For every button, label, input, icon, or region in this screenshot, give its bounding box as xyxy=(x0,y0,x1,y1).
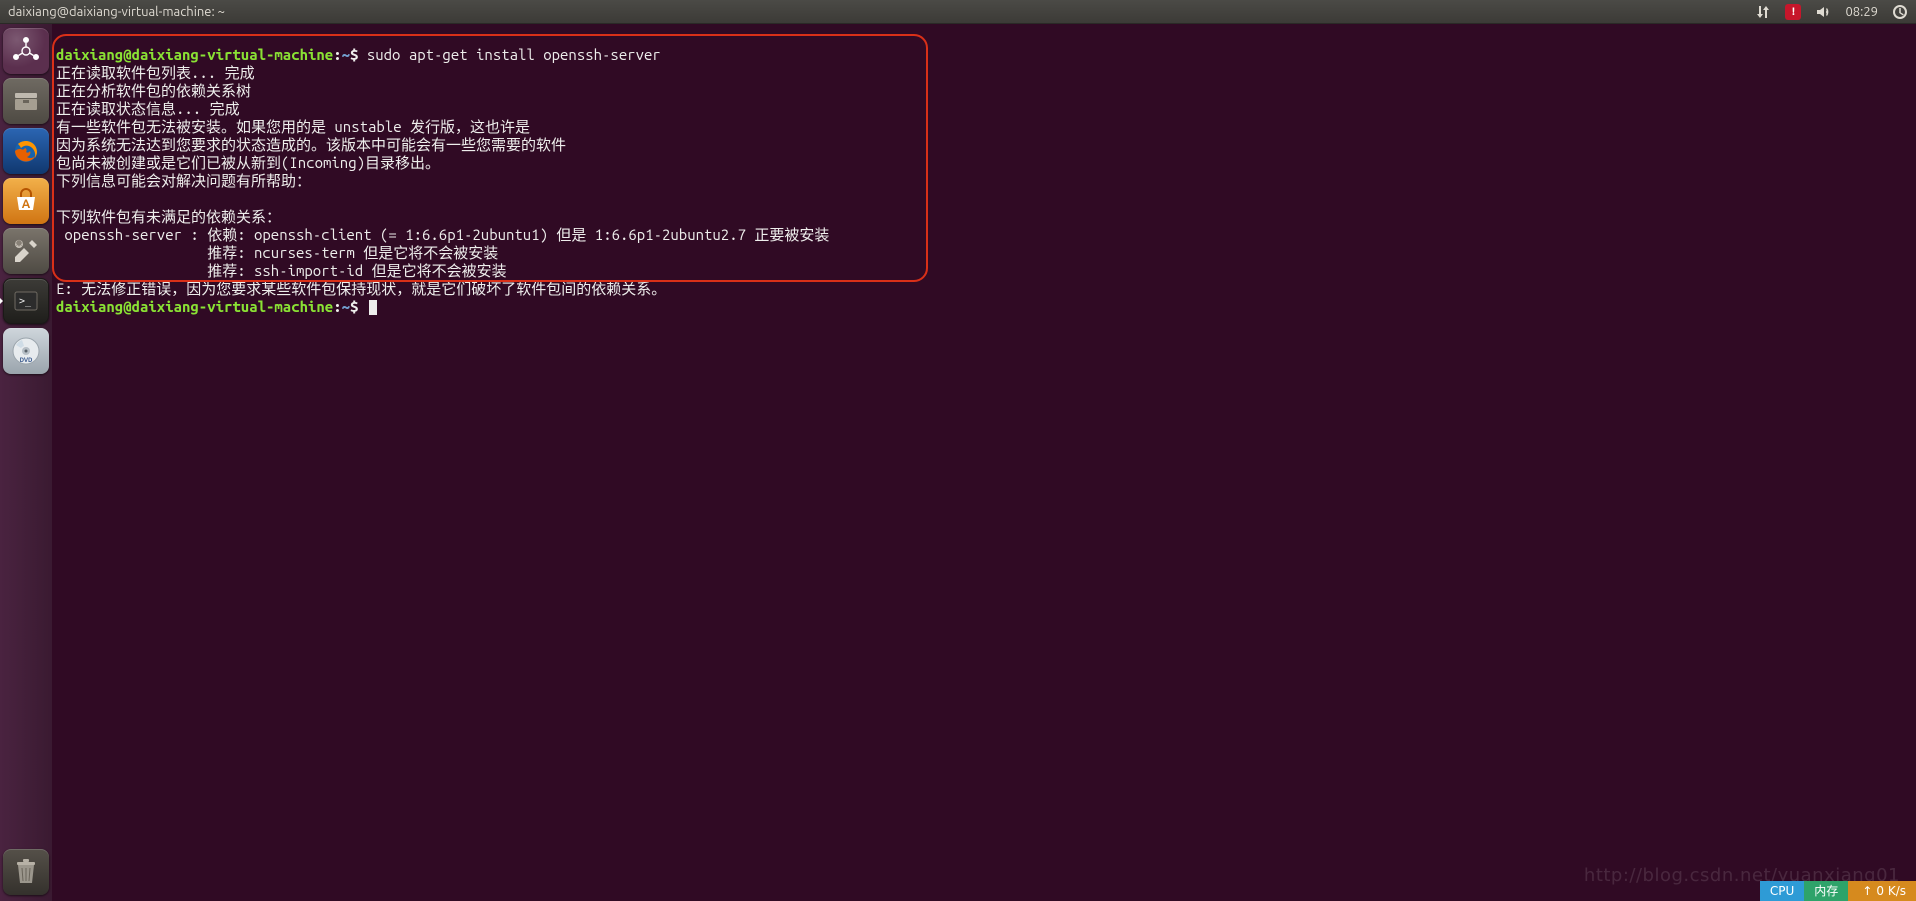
prompt-dollar: $ xyxy=(350,46,358,63)
cpu-widget[interactable]: CPU xyxy=(1760,881,1804,901)
output-line: 正在读取状态信息... 完成 xyxy=(56,100,298,117)
firefox-icon[interactable] xyxy=(3,128,49,174)
prompt-path: ~ xyxy=(342,298,350,315)
output-line: 下列信息可能会对解决问题有所帮助： xyxy=(56,172,311,189)
files-icon[interactable] xyxy=(3,78,49,124)
system-settings-icon[interactable] xyxy=(3,228,49,274)
output-line: 因为系统无法达到您要求的状态造成的。该版本中可能会有一些您需要的软件 xyxy=(56,136,566,153)
trash-icon[interactable] xyxy=(3,849,49,895)
upload-arrow-icon: ↑ xyxy=(1862,882,1872,900)
svg-text:DVD: DVD xyxy=(20,357,33,364)
output-line: E: 无法修正错误，因为您要求某些软件包保持现状，就是它们破坏了软件包间的依赖关… xyxy=(56,280,666,297)
window-title: daixiang@daixiang-virtual-machine: ~ xyxy=(8,5,225,19)
memory-widget[interactable]: 内存 xyxy=(1804,881,1848,901)
prompt-separator: : xyxy=(333,46,341,63)
disc-icon[interactable]: DVD xyxy=(3,328,49,374)
output-line: 有一些软件包无法被安装。如果您用的是 unstable 发行版，这也许是 xyxy=(56,118,530,135)
clock[interactable]: 08:29 xyxy=(1845,5,1878,19)
output-line: 正在分析软件包的依赖关系树 xyxy=(56,82,310,99)
unity-launcher: A >_ DVD xyxy=(0,24,52,901)
prompt-path: ~ xyxy=(342,46,350,63)
output-line: 下列软件包有未满足的依赖关系： xyxy=(56,208,281,225)
svg-text:>_: >_ xyxy=(19,296,32,307)
network-indicator-icon[interactable] xyxy=(1755,4,1771,20)
terminal-icon[interactable]: >_ xyxy=(3,278,49,324)
error-indicator-icon[interactable]: ! xyxy=(1785,4,1801,20)
top-menubar: daixiang@daixiang-virtual-machine: ~ ! 0… xyxy=(0,0,1916,24)
command-text: sudo apt-get install openssh-server xyxy=(367,46,661,63)
prompt-user: daixiang@daixiang-virtual-machine xyxy=(56,46,333,63)
session-indicator-icon[interactable] xyxy=(1892,4,1908,20)
dash-icon[interactable] xyxy=(3,28,49,74)
svg-text:A: A xyxy=(22,198,31,211)
sound-indicator-icon[interactable] xyxy=(1815,4,1831,20)
network-speed: 0 K/s xyxy=(1876,882,1906,900)
terminal-viewport[interactable]: daixiang@daixiang-virtual-machine:~$ sud… xyxy=(52,24,1916,901)
output-line: 推荐: ssh-import-id 但是它将不会被安装 xyxy=(56,262,507,279)
software-center-icon[interactable]: A xyxy=(3,178,49,224)
output-line: 推荐: ncurses-term 但是它将不会被安装 xyxy=(56,244,498,261)
prompt-user: daixiang@daixiang-virtual-machine xyxy=(56,298,333,315)
output-line: openssh-server : 依赖: openssh-client (= 1… xyxy=(56,226,829,243)
system-monitor-widget: CPU 内存 ↑ 0 K/s xyxy=(1760,881,1916,901)
cursor xyxy=(369,300,377,315)
output-line: 包尚未被创建或是它们已被从新到(Incoming)目录移出。 xyxy=(56,154,440,171)
network-widget[interactable]: ↑ 0 K/s xyxy=(1848,881,1916,901)
output-line: 正在读取软件包列表... 完成 xyxy=(56,64,255,81)
